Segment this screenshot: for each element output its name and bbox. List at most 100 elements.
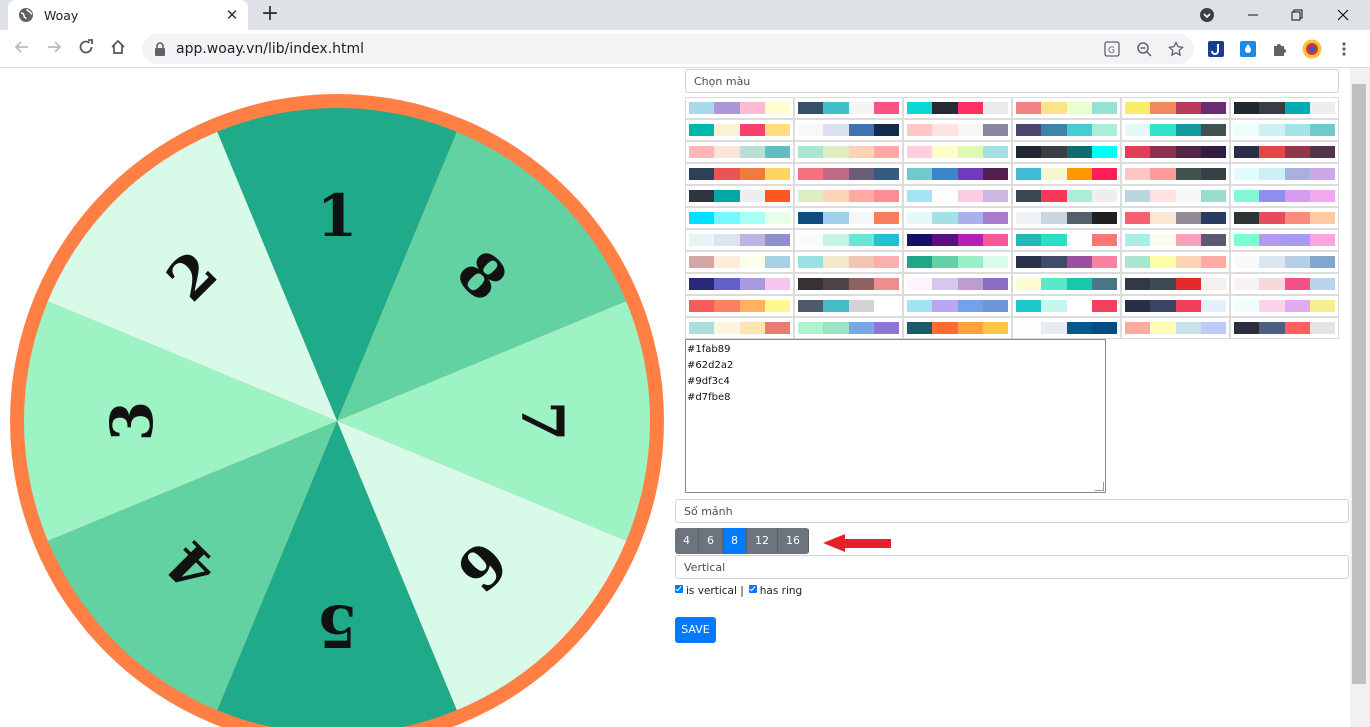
palette-swatch[interactable] xyxy=(1230,141,1339,163)
palette-swatch[interactable] xyxy=(794,119,903,141)
palette-swatch[interactable] xyxy=(1012,207,1121,229)
reload-icon[interactable] xyxy=(75,38,97,60)
palette-swatch[interactable] xyxy=(1230,97,1339,119)
palette-swatch[interactable] xyxy=(1230,251,1339,273)
palette-swatch[interactable] xyxy=(1121,295,1230,317)
palette-swatch[interactable] xyxy=(685,163,794,185)
palette-swatch[interactable] xyxy=(685,273,794,295)
palette-swatch[interactable] xyxy=(1121,163,1230,185)
has-ring-checkbox[interactable] xyxy=(748,585,757,593)
palette-swatch[interactable] xyxy=(794,141,903,163)
palette-swatch[interactable] xyxy=(903,141,1012,163)
pieces-option-12[interactable]: 12 xyxy=(747,528,778,554)
palette-swatch[interactable] xyxy=(685,251,794,273)
palette-swatch[interactable] xyxy=(903,119,1012,141)
palette-swatch[interactable] xyxy=(903,207,1012,229)
palette-swatch[interactable] xyxy=(794,229,903,251)
profile-avatar-icon[interactable] xyxy=(1302,39,1322,59)
palette-swatch[interactable] xyxy=(903,295,1012,317)
palette-swatch[interactable] xyxy=(1230,185,1339,207)
palette-swatch[interactable] xyxy=(903,251,1012,273)
extensions-puzzle-icon[interactable] xyxy=(1270,39,1290,59)
palette-swatch[interactable] xyxy=(685,207,794,229)
pieces-option-4[interactable]: 4 xyxy=(675,528,699,554)
translate-icon[interactable]: G xyxy=(1102,39,1122,59)
palette-swatch[interactable] xyxy=(1121,251,1230,273)
palette-swatch[interactable] xyxy=(903,163,1012,185)
palette-swatch[interactable] xyxy=(685,295,794,317)
orientation-input[interactable]: Vertical xyxy=(675,555,1349,579)
color-picker-input[interactable]: Chọn màu xyxy=(685,69,1339,93)
palette-swatch[interactable] xyxy=(794,317,903,339)
extension-j-icon[interactable] xyxy=(1206,39,1226,59)
palette-swatch[interactable] xyxy=(685,317,794,339)
zoom-out-icon[interactable] xyxy=(1134,39,1154,59)
bookmark-star-icon[interactable] xyxy=(1166,39,1186,59)
close-window-icon[interactable] xyxy=(1320,0,1366,30)
spin-wheel[interactable]: 18765432 xyxy=(0,68,675,727)
palette-swatch[interactable] xyxy=(685,119,794,141)
forward-icon[interactable] xyxy=(43,38,65,60)
new-tab-button[interactable]: + xyxy=(258,3,282,27)
palette-swatch[interactable] xyxy=(1121,273,1230,295)
palette-swatch[interactable] xyxy=(794,273,903,295)
save-button[interactable]: SAVE xyxy=(675,617,716,643)
restore-icon[interactable] xyxy=(1274,0,1320,30)
palette-swatch[interactable] xyxy=(1230,229,1339,251)
palette-swatch[interactable] xyxy=(1012,97,1121,119)
palette-swatch[interactable] xyxy=(1121,317,1230,339)
palette-swatch[interactable] xyxy=(1012,229,1121,251)
palette-swatch[interactable] xyxy=(1012,163,1121,185)
resize-grip-icon[interactable] xyxy=(1095,482,1104,491)
palette-swatch[interactable] xyxy=(1230,295,1339,317)
palette-swatch[interactable] xyxy=(903,317,1012,339)
palette-swatch[interactable] xyxy=(1230,163,1339,185)
tab-close-icon[interactable]: ✕ xyxy=(224,7,240,23)
palette-swatch[interactable] xyxy=(903,229,1012,251)
palette-swatch[interactable] xyxy=(1230,273,1339,295)
colors-textarea[interactable]: #1fab89 #62d2a2 #9df3c4 #d7fbe8 xyxy=(685,339,1106,493)
back-icon[interactable] xyxy=(11,38,33,60)
palette-swatch[interactable] xyxy=(794,163,903,185)
palette-swatch[interactable] xyxy=(1121,97,1230,119)
palette-swatch[interactable] xyxy=(1012,273,1121,295)
palette-swatch[interactable] xyxy=(1230,119,1339,141)
pieces-option-6[interactable]: 6 xyxy=(699,528,723,554)
palette-swatch[interactable] xyxy=(1230,317,1339,339)
palette-swatch[interactable] xyxy=(794,207,903,229)
palette-swatch[interactable] xyxy=(1012,119,1121,141)
palette-swatch[interactable] xyxy=(1012,295,1121,317)
home-icon[interactable] xyxy=(107,38,129,60)
palette-swatch[interactable] xyxy=(903,185,1012,207)
extension-drop-icon[interactable] xyxy=(1238,39,1258,59)
pieces-input[interactable]: Số mảnh xyxy=(675,499,1349,523)
palette-swatch[interactable] xyxy=(1012,317,1121,339)
palette-swatch[interactable] xyxy=(1121,185,1230,207)
palette-swatch[interactable] xyxy=(1121,207,1230,229)
palette-swatch[interactable] xyxy=(1230,207,1339,229)
palette-swatch[interactable] xyxy=(685,141,794,163)
tab-search-icon[interactable] xyxy=(1184,0,1230,30)
is-vertical-checkbox[interactable] xyxy=(675,585,683,593)
page-scrollbar[interactable] xyxy=(1350,68,1370,727)
palette-swatch[interactable] xyxy=(1121,141,1230,163)
palette-swatch[interactable] xyxy=(794,97,903,119)
palette-swatch[interactable] xyxy=(685,97,794,119)
address-bar[interactable]: app.woay.vn/lib/index.html xyxy=(142,34,1194,64)
palette-swatch[interactable] xyxy=(903,97,1012,119)
palette-swatch[interactable] xyxy=(1121,119,1230,141)
palette-swatch[interactable] xyxy=(794,185,903,207)
scrollbar-thumb[interactable] xyxy=(1352,84,1366,684)
pieces-option-16[interactable]: 16 xyxy=(778,528,809,554)
menu-kebab-icon[interactable] xyxy=(1334,39,1354,59)
browser-tab[interactable]: Woay ✕ xyxy=(8,0,248,30)
palette-swatch[interactable] xyxy=(685,185,794,207)
palette-swatch[interactable] xyxy=(1012,141,1121,163)
minimize-icon[interactable] xyxy=(1230,0,1276,30)
pieces-option-8[interactable]: 8 xyxy=(723,528,747,554)
palette-swatch[interactable] xyxy=(794,295,903,317)
palette-swatch[interactable] xyxy=(685,229,794,251)
palette-swatch[interactable] xyxy=(1121,229,1230,251)
palette-swatch[interactable] xyxy=(1012,185,1121,207)
palette-swatch[interactable] xyxy=(794,251,903,273)
